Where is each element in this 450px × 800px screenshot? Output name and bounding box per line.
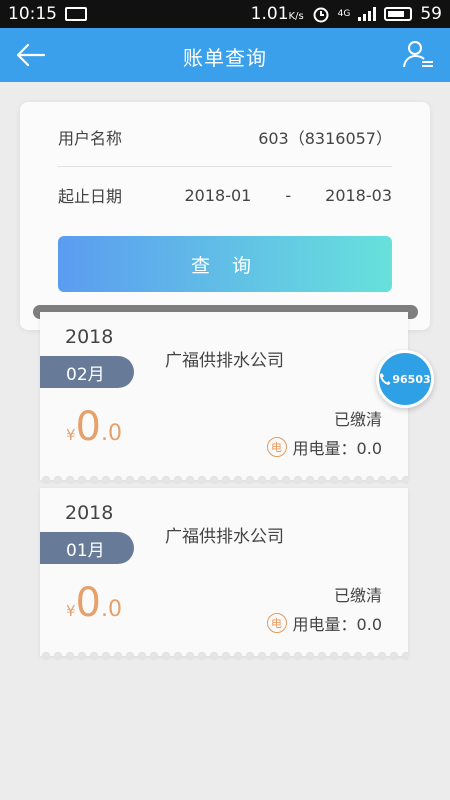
date-separator: -: [285, 185, 292, 205]
user-name-row: 用户名称 603（8316057）: [58, 108, 392, 167]
bill-company: 广福供排水公司: [165, 527, 284, 547]
bill-amount: ¥0.0: [66, 580, 122, 626]
network-type: 4G: [337, 9, 351, 19]
network-speed: 1.01K/s: [250, 4, 304, 24]
bill-usage-text: 用电量：0.0: [292, 439, 382, 458]
user-name-label: 用户名称: [58, 129, 123, 148]
bill-amount: ¥0.0: [66, 404, 122, 450]
bill-card[interactable]: 2018 02月 广福供排水公司 已缴清 ¥0.0 电 用电量：0.0: [40, 312, 408, 486]
bill-status: 已缴清: [333, 586, 382, 605]
user-list-icon: [403, 41, 433, 68]
start-date-picker[interactable]: 2018-01: [185, 186, 252, 205]
battery-icon: [384, 7, 413, 21]
bill-usage-text: 用电量：0.0: [292, 615, 382, 634]
bill-status: 已缴清: [333, 410, 382, 429]
user-name-value[interactable]: 603（8316057）: [258, 125, 392, 149]
bill-year: 2018: [65, 502, 114, 524]
date-range-row: 起止日期 2018-01 - 2018-03: [58, 166, 392, 224]
bill-card[interactable]: 2018 01月 广福供排水公司 已缴清 ¥0.0 电 用电量：0.0: [40, 488, 408, 662]
account-button[interactable]: [402, 38, 436, 72]
page-title: 账单查询: [183, 46, 267, 70]
bill-company: 广福供排水公司: [165, 351, 284, 371]
bill-month-tag: 01月: [40, 532, 134, 564]
signal-icon: [358, 7, 377, 21]
status-bar: 10:15 1.01K/s 4G 59: [0, 0, 450, 28]
date-range-label: 起止日期: [58, 187, 123, 206]
hotline-number: 96503: [392, 372, 431, 386]
bill-usage: 电 用电量：0.0: [266, 435, 382, 459]
app-header: 账单查询: [0, 28, 450, 82]
electricity-icon: 电: [266, 437, 287, 457]
end-date-picker[interactable]: 2018-03: [325, 186, 392, 205]
electricity-icon: 电: [266, 613, 287, 633]
query-button[interactable]: 查 询: [58, 236, 392, 292]
query-card: 用户名称 603（8316057） 起止日期 2018-01 - 2018-03…: [20, 102, 430, 330]
bill-month-tag: 02月: [40, 356, 134, 388]
image-notification-icon: [65, 7, 87, 21]
phone-icon: [380, 373, 391, 385]
bill-usage: 电 用电量：0.0: [266, 611, 382, 635]
alarm-icon: [313, 7, 329, 23]
hotline-button[interactable]: 96503: [376, 350, 434, 408]
bill-year: 2018: [65, 326, 114, 348]
battery-level: 59: [420, 4, 442, 24]
status-time: 10:15: [8, 4, 57, 24]
